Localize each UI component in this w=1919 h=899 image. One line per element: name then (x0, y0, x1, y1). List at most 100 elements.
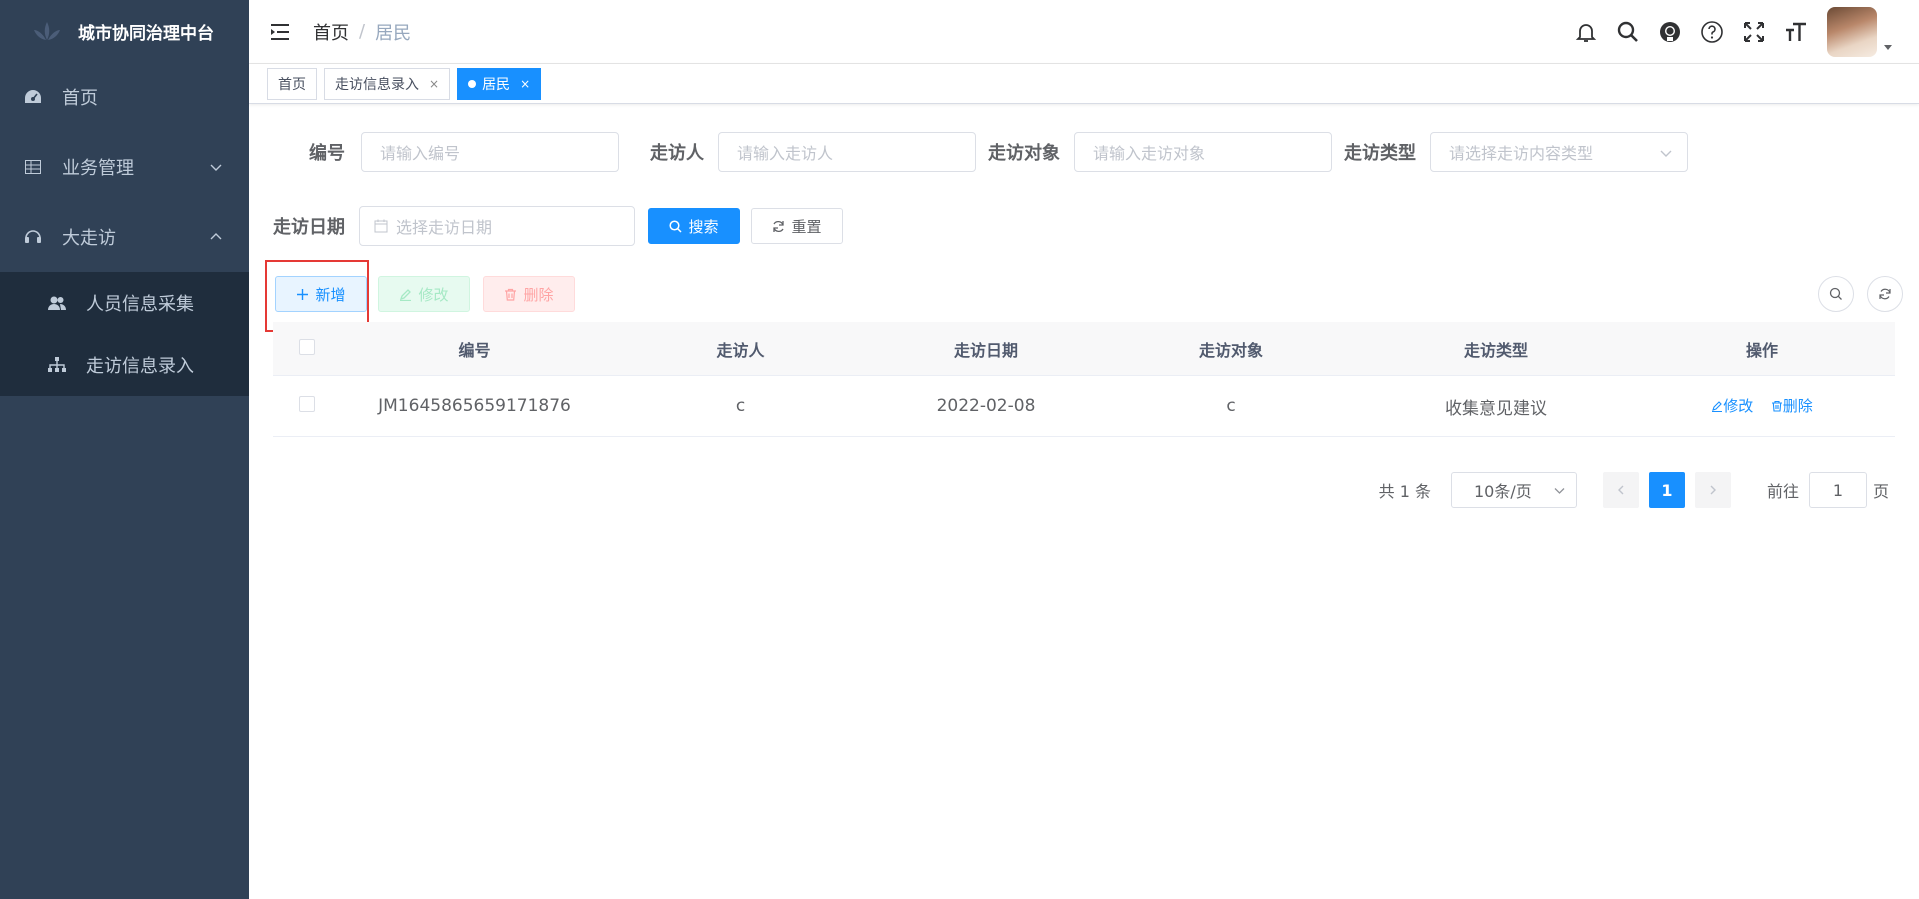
pagination: 共 1 条 10条/页 1 前往 1 页 (1379, 472, 1889, 508)
row-checkbox[interactable] (299, 395, 315, 412)
github-icon[interactable] (1657, 19, 1683, 45)
tag-visit-entry[interactable]: 走访信息录入 × (324, 67, 451, 100)
search-icon (669, 219, 683, 233)
page-number-current[interactable]: 1 (1648, 472, 1685, 508)
caret-down-icon[interactable] (1883, 42, 1893, 52)
delete-button[interactable]: 删除 (483, 276, 575, 312)
sidebar-item-visits[interactable]: 大走访 (0, 202, 249, 272)
target-placeholder: 请输入走访对象 (1093, 144, 1206, 163)
row-checkbox-cell (273, 395, 341, 417)
sidebar-item-visit-entry[interactable]: 走访信息录入 (0, 334, 249, 396)
fullscreen-icon[interactable] (1741, 19, 1767, 45)
cell-code: JM1645865659171876 (378, 396, 571, 416)
visitor-input[interactable]: 请输入走访人 (718, 132, 976, 172)
type-placeholder: 请选择走访内容类型 (1449, 144, 1594, 163)
goto-page-input[interactable]: 1 (1808, 472, 1867, 508)
column-header: 走访对象 (1198, 340, 1263, 360)
delete-icon (1771, 400, 1782, 412)
row-edit-button[interactable]: 修改 (1711, 395, 1753, 416)
chevron-up-icon (210, 233, 222, 240)
close-icon[interactable]: × (520, 77, 530, 91)
add-button[interactable]: 新增 (275, 276, 367, 312)
toggle-search-button[interactable] (1818, 276, 1854, 312)
add-button-label: 新增 (315, 285, 346, 304)
search-button[interactable]: 搜索 (648, 208, 740, 244)
type-select[interactable]: 请选择走访内容类型 (1430, 132, 1688, 172)
sidebar-item-label: 首页 (62, 88, 98, 109)
date-picker[interactable]: 选择走访日期 (359, 206, 635, 246)
refresh-table-button[interactable] (1867, 276, 1903, 312)
submenu-visits: 人员信息采集 走访信息录入 (0, 272, 249, 396)
breadcrumb: 首页 / 居民 (313, 19, 411, 45)
peoples-icon (48, 294, 66, 312)
hamburger-icon[interactable] (269, 21, 291, 43)
header-checkbox-cell (273, 338, 341, 359)
cell-target: c (1226, 396, 1236, 416)
cell-type: 收集意见建议 (1445, 398, 1547, 419)
calendar-icon (374, 219, 388, 233)
tags-view: 首页 走访信息录入 × 居民 × (249, 64, 1919, 104)
reset-button[interactable]: 重置 (751, 208, 843, 244)
bell-icon[interactable] (1573, 19, 1599, 45)
close-icon[interactable]: × (429, 77, 439, 91)
navbar: 首页 / 居民 (249, 0, 1919, 64)
code-placeholder: 请输入编号 (380, 144, 461, 163)
date-placeholder: 选择走访日期 (396, 218, 493, 237)
logo-icon (34, 22, 60, 40)
edit-button[interactable]: 修改 (378, 276, 470, 312)
next-page-button[interactable] (1694, 472, 1731, 508)
sidebar-item-business[interactable]: 业务管理 (0, 132, 249, 202)
goto-label: 前往 (1766, 482, 1799, 501)
table-row[interactable]: JM1645865659171876 c 2022-02-08 c 收集意见建议… (273, 376, 1895, 437)
sidebar-item-label: 大走访 (62, 228, 116, 249)
plus-icon (297, 288, 309, 300)
search-row-1: 编号 请输入编号 走访人 请输入走访人 走访对象 请输入走访对象 走访类型 请选… (309, 132, 1688, 172)
search-row-2: 走访日期 选择走访日期 搜索 重置 (273, 206, 843, 246)
edit-icon (1712, 400, 1723, 412)
sidebar-item-label: 走访信息录入 (86, 356, 194, 377)
dashboard-icon (24, 88, 42, 106)
sidebar-item-home[interactable]: 首页 (0, 62, 249, 132)
search-icon[interactable] (1615, 19, 1641, 45)
font-size-icon[interactable] (1783, 19, 1809, 45)
code-label: 编号 (309, 143, 345, 164)
prev-page-button[interactable] (1602, 472, 1639, 508)
chevron-down-icon (210, 164, 222, 171)
edit-icon (400, 288, 412, 301)
search-button-label: 搜索 (688, 217, 719, 236)
column-header: 走访人 (716, 340, 765, 360)
date-label: 走访日期 (273, 217, 345, 238)
chevron-down-icon (1660, 150, 1672, 157)
row-edit-label: 修改 (1723, 397, 1754, 416)
navbar-right (1557, 0, 1893, 64)
chevron-right-icon (1710, 485, 1716, 495)
page-size-select[interactable]: 10条/页 (1450, 472, 1577, 508)
avatar[interactable] (1827, 7, 1877, 57)
table-icon (24, 158, 42, 176)
question-icon[interactable] (1699, 19, 1725, 45)
brand[interactable]: 城市协同治理中台 (0, 0, 249, 62)
breadcrumb-current: 居民 (375, 22, 412, 44)
code-input[interactable]: 请输入编号 (361, 132, 619, 172)
target-label: 走访对象 (988, 143, 1060, 164)
breadcrumb-home[interactable]: 首页 (313, 19, 349, 45)
target-input[interactable]: 请输入走访对象 (1074, 132, 1332, 172)
tag-home[interactable]: 首页 (267, 67, 317, 100)
tag-residents[interactable]: 居民 × (457, 67, 542, 100)
column-header: 走访日期 (953, 340, 1018, 360)
sidebar-item-people-collection[interactable]: 人员信息采集 (0, 272, 249, 334)
edit-button-label: 修改 (418, 285, 449, 304)
active-dot (468, 79, 477, 88)
cell-actions: 修改 删除 (1629, 395, 1895, 417)
chevron-left-icon (1617, 485, 1624, 495)
row-delete-button[interactable]: 删除 (1771, 395, 1813, 416)
chevron-down-icon (1554, 488, 1565, 494)
sidebar: 城市协同治理中台 首页 业务管理 大走访 人员信息采集 走访信息录入 (0, 0, 249, 899)
data-table: 编号 走访人 走访日期 走访对象 走访类型 操作 JM1645865659171… (273, 322, 1895, 437)
pagination-total: 共 1 条 (1378, 482, 1431, 501)
search-icon (1829, 287, 1842, 300)
visitor-label: 走访人 (650, 143, 704, 164)
delete-button-label: 删除 (523, 285, 554, 304)
select-all-checkbox[interactable] (299, 338, 315, 355)
app-title: 城市协同治理中台 (78, 23, 214, 44)
